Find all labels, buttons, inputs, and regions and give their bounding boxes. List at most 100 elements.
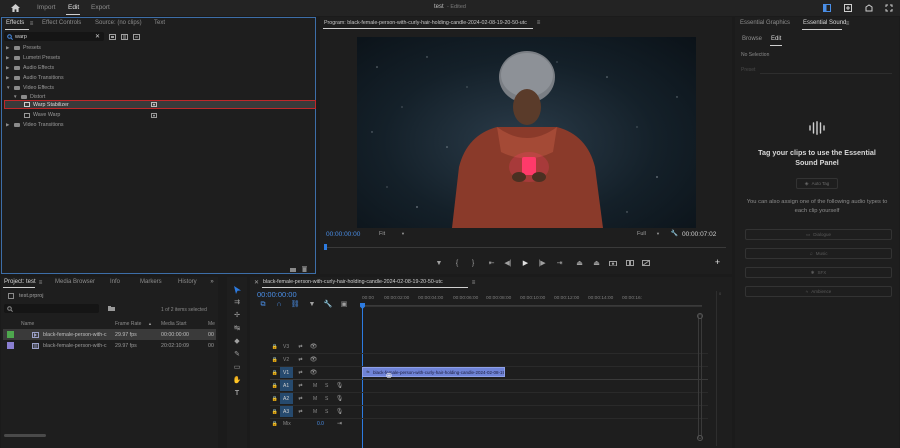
- panel-menu-icon[interactable]: ≡: [535, 19, 542, 26]
- tab-project[interactable]: Project: test: [4, 279, 36, 285]
- captions-icon[interactable]: ▣: [340, 301, 348, 308]
- yuv-effects-icon[interactable]: [132, 33, 140, 40]
- project-row-name[interactable]: black-female-person-with-c: [43, 343, 107, 349]
- track-select-tool-icon[interactable]: ⇉: [232, 298, 242, 307]
- step-forward-icon[interactable]: |▶: [538, 259, 546, 267]
- 32bit-effects-icon[interactable]: [120, 33, 128, 40]
- rectangle-tool-icon[interactable]: ▭: [232, 363, 242, 372]
- new-bin-icon[interactable]: [289, 266, 296, 272]
- tree-item-audio-effects[interactable]: Audio Effects: [23, 65, 54, 71]
- program-scrub-bar[interactable]: [324, 244, 726, 250]
- snap-icon[interactable]: ∩: [275, 301, 283, 308]
- lock-icon[interactable]: 🔒: [272, 357, 278, 363]
- track-label-v1[interactable]: V1: [283, 370, 289, 376]
- fullscreen-icon[interactable]: [884, 3, 894, 13]
- program-video-frame[interactable]: [357, 37, 696, 228]
- lock-icon[interactable]: 🔒: [272, 344, 278, 350]
- tab-info[interactable]: Info: [110, 279, 120, 285]
- overflow-icon[interactable]: »: [208, 278, 216, 286]
- tree-item-lumetri-presets[interactable]: Lumetri Presets: [23, 55, 60, 61]
- preset-dropdown[interactable]: [760, 65, 892, 74]
- sync-lock-icon[interactable]: ⇄: [297, 357, 304, 363]
- panel-menu-icon[interactable]: ≡: [28, 20, 35, 27]
- add-marker-icon[interactable]: ▼: [435, 259, 443, 267]
- mute-button[interactable]: M: [313, 409, 317, 415]
- microphone-icon[interactable]: 🎙: [336, 395, 344, 402]
- go-to-out-icon[interactable]: ⇥: [555, 259, 564, 267]
- go-to-end-icon[interactable]: ⇥: [336, 420, 343, 427]
- time-ruler[interactable]: 00:00 00:00:02:00 00:00:04:00 00:00:06:0…: [362, 293, 702, 307]
- panel-menu-icon[interactable]: ≡: [470, 279, 477, 286]
- vr-view-icon[interactable]: [641, 259, 650, 267]
- tab-markers[interactable]: Markers: [140, 279, 162, 285]
- add-marker-icon[interactable]: ▼: [308, 301, 316, 308]
- workspace-icon[interactable]: [822, 3, 832, 13]
- step-back-icon[interactable]: ◀|: [504, 259, 512, 267]
- quick-export-icon[interactable]: [843, 3, 853, 13]
- solo-button[interactable]: S: [325, 383, 328, 389]
- col-media-end[interactable]: Me: [208, 321, 215, 327]
- lock-icon[interactable]: 🔒: [272, 370, 278, 376]
- razor-tool-icon[interactable]: ◆: [232, 337, 242, 346]
- tab-text[interactable]: Text: [154, 20, 165, 26]
- playback-resolution-select[interactable]: Full: [637, 231, 646, 237]
- home-icon[interactable]: [9, 3, 21, 13]
- eye-icon[interactable]: 👁: [310, 370, 318, 376]
- linked-selection-icon[interactable]: ⛓: [291, 301, 300, 308]
- microphone-icon[interactable]: 🎙: [336, 382, 344, 389]
- music-button[interactable]: ♫ Music: [745, 248, 892, 259]
- tab-essential-graphics[interactable]: Essential Graphics: [740, 20, 790, 26]
- sfx-button[interactable]: ✱ SFX: [745, 267, 892, 278]
- lock-icon[interactable]: 🔒: [272, 396, 278, 402]
- menu-export[interactable]: Export: [91, 4, 110, 11]
- add-button-icon[interactable]: +: [713, 258, 722, 267]
- tree-item-distort[interactable]: Distort: [30, 94, 45, 100]
- col-media-start[interactable]: Media Start: [161, 321, 187, 327]
- notification-icon[interactable]: [864, 3, 874, 13]
- menu-import[interactable]: Import: [37, 4, 55, 11]
- tree-item-video-effects[interactable]: Video Effects: [23, 85, 54, 91]
- program-timecode[interactable]: 00:00:00:00: [326, 231, 360, 238]
- mute-button[interactable]: M: [313, 396, 317, 402]
- tree-item-presets[interactable]: Presets: [23, 45, 41, 51]
- lift-icon[interactable]: ⏏: [575, 259, 584, 267]
- project-search-box[interactable]: [4, 304, 99, 313]
- solo-button[interactable]: S: [325, 396, 328, 402]
- microphone-icon[interactable]: 🎙: [336, 408, 344, 415]
- track-label-a3[interactable]: A3: [283, 409, 289, 415]
- hand-tool-icon[interactable]: ✋: [232, 376, 242, 385]
- program-playhead[interactable]: [324, 244, 327, 250]
- extract-icon[interactable]: ⏏: [592, 259, 601, 267]
- chevron-down-icon[interactable]: ▼: [400, 231, 406, 237]
- lock-icon[interactable]: 🔒: [272, 421, 278, 427]
- wrench-icon[interactable]: 🔧: [324, 301, 333, 308]
- track-label-a1[interactable]: A1: [283, 383, 289, 389]
- camera-icon[interactable]: [608, 259, 617, 267]
- mute-button[interactable]: M: [313, 383, 317, 389]
- eye-icon[interactable]: 👁: [310, 344, 318, 350]
- lock-icon[interactable]: 🔒: [272, 409, 278, 415]
- tab-media-browser[interactable]: Media Browser: [55, 279, 95, 285]
- sync-lock-icon[interactable]: ⇄: [297, 409, 304, 415]
- sync-lock-icon[interactable]: ⇄: [297, 396, 304, 402]
- expand-video-transitions-icon[interactable]: ▶: [6, 122, 9, 128]
- accelerated-effects-icon[interactable]: [108, 33, 116, 40]
- tree-item-video-transitions[interactable]: Video Transitions: [23, 122, 64, 128]
- tree-item-wave-warp[interactable]: Wave Warp: [33, 112, 60, 118]
- slip-tool-icon[interactable]: ↹: [232, 324, 242, 333]
- ripple-edit-tool-icon[interactable]: ✢: [232, 311, 242, 320]
- comparison-view-icon[interactable]: [625, 259, 634, 267]
- play-icon[interactable]: ▶: [521, 259, 530, 267]
- mark-out-icon[interactable]: }: [469, 259, 477, 267]
- sync-lock-icon[interactable]: ⇄: [297, 383, 304, 389]
- tab-effect-controls[interactable]: Effect Controls: [42, 20, 81, 26]
- track-label-a2[interactable]: A2: [283, 396, 289, 402]
- collapse-video-effects-icon[interactable]: ▼: [6, 85, 10, 90]
- expand-audio-effects-icon[interactable]: ▶: [6, 65, 9, 71]
- dialogue-button[interactable]: ▭ Dialogue: [745, 229, 892, 240]
- scroll-handle-bottom[interactable]: [697, 435, 703, 441]
- program-monitor-title[interactable]: Program: black-female-person-with-curly-…: [324, 20, 527, 26]
- tab-essential-sound[interactable]: Essential Sound: [803, 20, 846, 26]
- sync-lock-icon[interactable]: ⇄: [297, 370, 304, 376]
- solo-button[interactable]: S: [325, 409, 328, 415]
